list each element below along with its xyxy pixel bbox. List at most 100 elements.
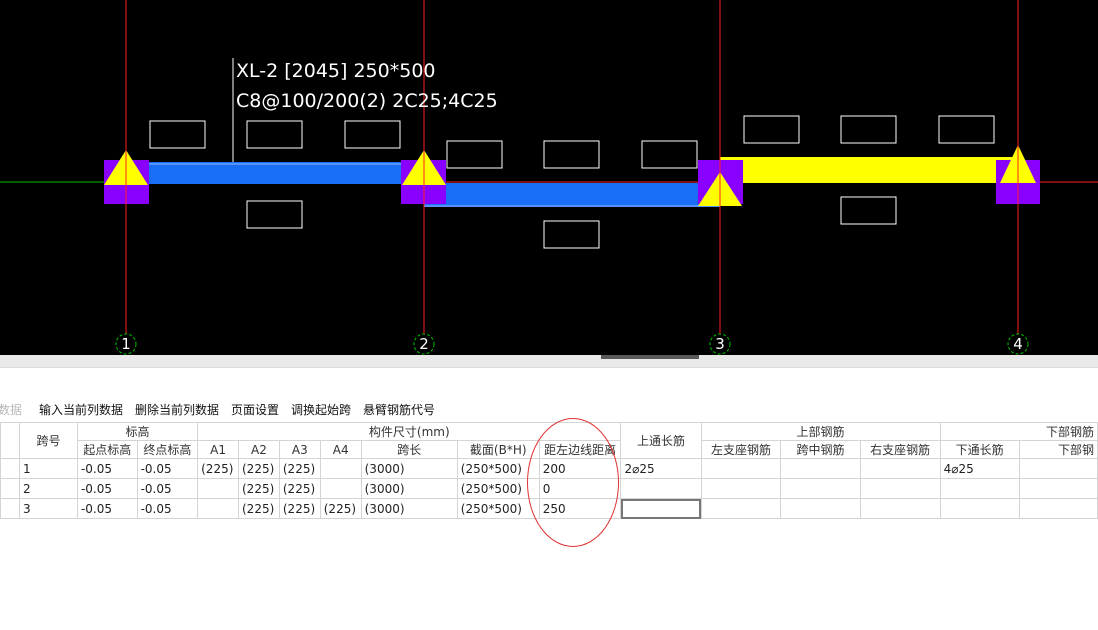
cell-mid-span[interactable] (780, 478, 861, 499)
cell-bottom-partial[interactable] (1018, 478, 1098, 499)
span1-bottom-box[interactable] (246, 200, 303, 229)
cell-span[interactable]: 2 (19, 478, 78, 499)
cell-end-elev[interactable]: -0.05 (136, 498, 199, 519)
cell-a3[interactable]: (225) (278, 478, 321, 499)
table-toolbar: 数据 输入当前列数据 删除当前列数据 页面设置 调换起始跨 悬臂钢筋代号 (0, 398, 1098, 420)
span1-top-right-box[interactable] (344, 120, 401, 149)
col-header-bottom-partial[interactable]: 下部钢 (1018, 440, 1098, 459)
cell-a2[interactable]: (225) (238, 458, 280, 479)
cell-end-elev[interactable]: -0.05 (136, 458, 199, 479)
span3-top-mid-box[interactable] (840, 115, 897, 144)
cell-start-elev[interactable]: -0.05 (76, 498, 138, 519)
axis-bubble-2: 2 (413, 333, 435, 355)
col-header-top-through[interactable]: 上通长筋 (620, 422, 702, 459)
cell-left-offset[interactable]: 200 (538, 458, 622, 479)
cell-a3[interactable]: (225) (278, 458, 321, 479)
beam-span-table: 跨号 标高 构件尺寸(mm) 上通长筋 上部钢筋 下部钢筋 起点标高 终点标高 … (0, 422, 1098, 519)
axis-number-1: 1 (121, 335, 131, 353)
cell-top-through-active[interactable] (620, 498, 702, 519)
swap-start-span-button[interactable]: 调换起始跨 (291, 401, 351, 418)
cell-right-support[interactable] (859, 458, 941, 479)
toolbar-partial-item[interactable]: 数据 (0, 401, 22, 418)
page-setup-button[interactable]: 页面设置 (231, 401, 279, 418)
row-header-corner (0, 422, 21, 459)
col-header-a3[interactable]: A3 (278, 440, 321, 459)
span3-top-left-box[interactable] (743, 115, 800, 144)
span3-top-right-box[interactable] (938, 115, 995, 144)
row-header[interactable] (0, 458, 21, 479)
cell-mid-span[interactable] (780, 498, 861, 519)
cell-span-length[interactable]: (3000) (360, 478, 458, 499)
span2-bottom-box[interactable] (543, 220, 600, 249)
cell-span[interactable]: 1 (19, 458, 78, 479)
cell-top-through[interactable] (620, 478, 702, 499)
cell-section[interactable]: (250*500) (456, 458, 540, 479)
cell-a4[interactable] (319, 458, 362, 479)
panel-splitter[interactable] (0, 355, 1098, 368)
cell-a2[interactable]: (225) (238, 498, 280, 519)
cell-right-support[interactable] (859, 498, 941, 519)
cell-a4[interactable]: (225) (319, 498, 362, 519)
span1-top-left-box[interactable] (149, 120, 206, 149)
col-group-top-rebar: 上部钢筋 (700, 422, 941, 441)
row-header[interactable] (0, 498, 21, 519)
cell-a2[interactable]: (225) (238, 478, 280, 499)
col-header-a4[interactable]: A4 (319, 440, 362, 459)
delete-column-button[interactable]: 删除当前列数据 (135, 401, 219, 418)
beam-span-3-selected[interactable] (720, 157, 1018, 183)
col-header-start-elev[interactable]: 起点标高 (76, 440, 138, 459)
col-header-span-no[interactable]: 跨号 (19, 422, 78, 459)
cell-bottom-through[interactable] (939, 498, 1020, 519)
cell-span-length[interactable]: (3000) (360, 458, 458, 479)
table-row: 3 -0.05 -0.05 (225) (225) (225) (3000) (… (0, 498, 1098, 519)
cell-a3[interactable]: (225) (278, 498, 321, 519)
col-header-span-length[interactable]: 跨长 (360, 440, 458, 459)
cell-a1[interactable]: (225) (197, 458, 239, 479)
cell-left-offset[interactable]: 0 (538, 478, 622, 499)
span2-top-left-box[interactable] (446, 140, 503, 169)
span1-top-mid-box[interactable] (246, 120, 303, 149)
beam-span-2[interactable] (424, 183, 720, 207)
cell-bottom-partial[interactable] (1018, 498, 1098, 519)
cell-span-length[interactable]: (3000) (360, 498, 458, 519)
cell-section[interactable]: (250*500) (456, 478, 540, 499)
cell-a4[interactable] (319, 478, 362, 499)
col-header-a2[interactable]: A2 (238, 440, 280, 459)
cell-span[interactable]: 3 (19, 498, 78, 519)
table-row: 2 -0.05 -0.05 (225) (225) (3000) (250*50… (0, 478, 1098, 499)
row-header[interactable] (0, 478, 21, 499)
cell-a1[interactable] (197, 498, 239, 519)
cell-left-offset[interactable]: 250 (538, 498, 622, 519)
col-header-left-offset[interactable]: 距左边线距离 (538, 440, 622, 459)
cell-end-elev[interactable]: -0.05 (136, 478, 199, 499)
cell-right-support[interactable] (859, 478, 941, 499)
cell-left-support[interactable] (700, 478, 782, 499)
span3-bottom-box[interactable] (840, 196, 897, 225)
cell-start-elev[interactable]: -0.05 (76, 478, 138, 499)
span2-top-mid-box[interactable] (543, 140, 600, 169)
beam-span-1[interactable] (126, 162, 424, 184)
cad-drawing-canvas[interactable]: XL-2 [2045] 250*500 C8@100/200(2) 2C25;4… (0, 0, 1098, 355)
splitter-handle[interactable] (601, 355, 699, 359)
cell-bottom-through[interactable]: 4⌀25 (939, 458, 1020, 479)
col-header-bottom-through[interactable]: 下通长筋 (939, 440, 1020, 459)
input-column-button[interactable]: 输入当前列数据 (39, 401, 123, 418)
cell-top-through[interactable]: 2⌀25 (620, 458, 702, 479)
cell-bottom-partial[interactable] (1018, 458, 1098, 479)
cell-a1[interactable] (197, 478, 239, 499)
col-header-end-elev[interactable]: 终点标高 (136, 440, 199, 459)
col-header-right-support[interactable]: 右支座钢筋 (859, 440, 941, 459)
cell-bottom-through[interactable] (939, 478, 1020, 499)
span2-top-right-box[interactable] (641, 140, 698, 169)
cell-left-support[interactable] (700, 498, 782, 519)
col-header-section[interactable]: 截面(B*H) (456, 440, 540, 459)
cell-section[interactable]: (250*500) (456, 498, 540, 519)
col-header-left-support[interactable]: 左支座钢筋 (700, 440, 782, 459)
cell-left-support[interactable] (700, 458, 782, 479)
cell-mid-span[interactable] (780, 458, 861, 479)
cell-start-elev[interactable]: -0.05 (76, 458, 138, 479)
axis-bubble-4: 4 (1007, 333, 1029, 355)
cantilever-code-button[interactable]: 悬臂钢筋代号 (363, 401, 435, 418)
col-header-a1[interactable]: A1 (197, 440, 239, 459)
col-header-mid-span[interactable]: 跨中钢筋 (780, 440, 861, 459)
